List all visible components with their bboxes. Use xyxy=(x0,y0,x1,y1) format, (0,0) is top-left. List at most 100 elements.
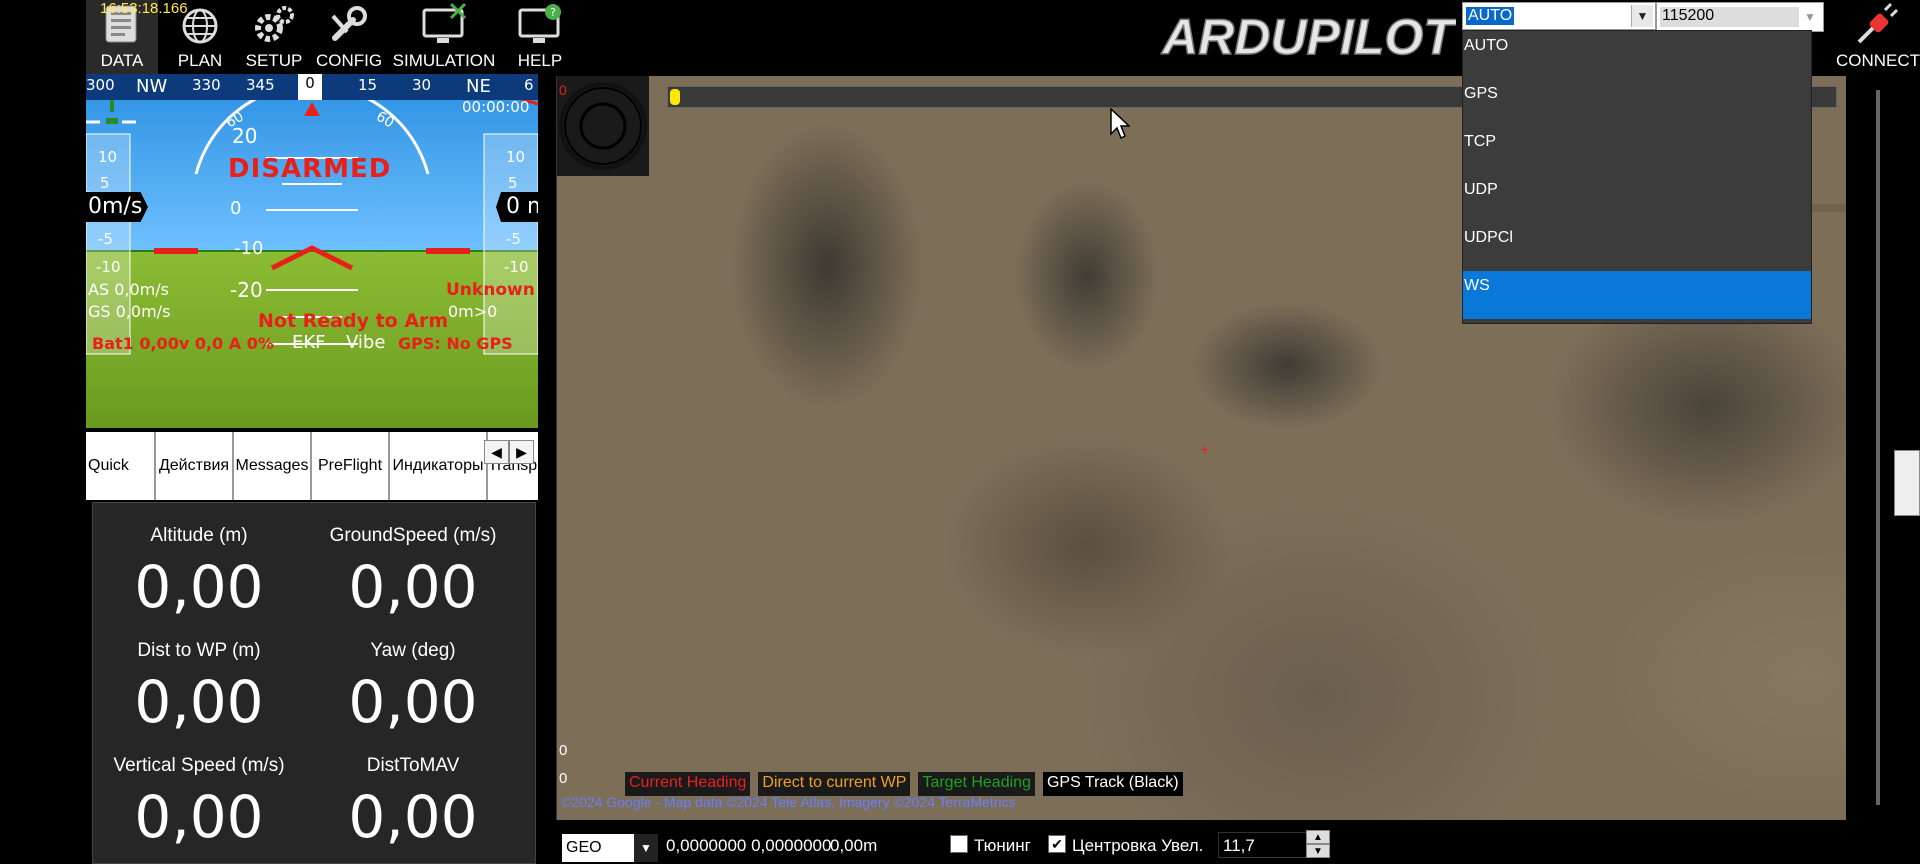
coordinate-system-select[interactable]: GEO ▼ xyxy=(562,834,658,862)
baud-rate-select[interactable]: 115200 ▼ xyxy=(1656,2,1824,32)
cursor-altitude: 0,00m xyxy=(830,836,878,855)
nav-simulation-label: SIMULATION xyxy=(392,51,496,70)
hud-time: 00:00:00 xyxy=(462,98,530,116)
nav-help-button[interactable]: ? HELP xyxy=(502,0,578,75)
alt-scale-label: 5 xyxy=(508,174,518,192)
hud-status: DISARMED xyxy=(228,154,392,184)
hud-display: 60 60 00:00:00 DISARMED 20 0 -10 -20 10 … xyxy=(86,74,538,428)
quick-value-dist-to-wp[interactable]: 0,00 xyxy=(99,668,299,736)
heading-current: 0 xyxy=(298,74,322,100)
gears-icon xyxy=(251,1,297,47)
nav-help-label: HELP xyxy=(517,51,563,70)
dropdown-option-auto[interactable]: AUTO xyxy=(1463,31,1811,79)
arm-message: Not Ready to Arm xyxy=(258,310,449,332)
center-zoom-checkbox[interactable]: ✔ xyxy=(1048,835,1066,853)
heading-tape: 300 NW 330 345 0 15 30 NE 6 xyxy=(86,74,538,100)
baud-rate-value: 115200 xyxy=(1660,7,1800,27)
groundspeed-label: GS 0,0m/s xyxy=(88,302,171,321)
zoom-level-spinner[interactable]: ▲ ▼ xyxy=(1306,830,1330,858)
quick-label-dist-to-wp: Dist to WP (m) xyxy=(137,640,261,661)
dropdown-option-ws[interactable]: WS xyxy=(1463,271,1811,319)
tab-quick[interactable]: Quick xyxy=(86,432,156,500)
pitch-label: -20 xyxy=(230,278,263,302)
connection-type-select[interactable]: AUTO ▼ xyxy=(1462,2,1656,30)
heading-tick: 30 xyxy=(412,76,432,94)
clock-readout: 16:53:18.166 xyxy=(100,0,188,17)
spinner-up-icon[interactable]: ▲ xyxy=(1306,830,1330,844)
connection-type-value: AUTO xyxy=(1466,7,1515,25)
map-top-label: 0 xyxy=(559,82,567,98)
svg-text:?: ? xyxy=(550,6,556,19)
dropdown-option-udp[interactable]: UDP xyxy=(1463,175,1811,223)
speed-scale-label: -5 xyxy=(98,230,113,248)
legend-target-heading: Target Heading xyxy=(918,772,1035,796)
vibe-status[interactable]: Vibe xyxy=(346,332,385,353)
tuning-checkbox[interactable] xyxy=(950,835,968,853)
heading-tick: NW xyxy=(136,76,168,97)
chevron-down-icon[interactable]: ▼ xyxy=(1799,5,1821,29)
pitch-label: 20 xyxy=(232,124,258,148)
quick-label-vertical-speed: Vertical Speed (m/s) xyxy=(113,755,285,776)
map-zoom-slider-thumb[interactable] xyxy=(1894,450,1920,516)
help-monitor-icon: ? xyxy=(517,1,563,47)
quick-panel: Altitude (m) 0,00 GroundSpeed (m/s) 0,00… xyxy=(92,502,536,864)
checkmark-icon: ✔ xyxy=(1051,835,1063,852)
tab-messages[interactable]: Messages xyxy=(234,432,312,500)
map-zoom-slider-track[interactable] xyxy=(1876,90,1880,805)
quick-value-altitude[interactable]: 0,00 xyxy=(99,553,299,621)
tab-bar: Quick Действия Messages PreFlight Индика… xyxy=(86,432,538,500)
map-progress-knob[interactable] xyxy=(670,89,680,105)
quick-value-groundspeed[interactable]: 0,00 xyxy=(313,553,513,621)
dropdown-option-udpcl[interactable]: UDPCl xyxy=(1463,223,1811,271)
altitude-readout: 0 m xyxy=(496,192,538,222)
wrench-icon xyxy=(326,1,372,47)
connect-label: CONNECT xyxy=(1835,51,1920,70)
chevron-down-icon[interactable]: ▼ xyxy=(1631,5,1653,27)
airspeed-label: AS 0,0m/s xyxy=(88,280,169,299)
quick-value-yaw[interactable]: 0,00 xyxy=(313,668,513,736)
zoom-level-input[interactable]: 11,7 xyxy=(1218,832,1314,858)
heading-tick: 345 xyxy=(246,76,275,94)
nav-setup-button[interactable]: SETUP xyxy=(238,0,310,75)
map-legend: Current Heading Direct to current WP Tar… xyxy=(625,772,1183,796)
center-zoom-label: Центровка Увел. xyxy=(1072,836,1204,855)
airspeed-readout: 0m/s xyxy=(86,192,148,222)
alt-scale-label: -10 xyxy=(504,258,529,276)
compass-widget xyxy=(557,76,649,176)
tab-scroll-left-icon[interactable]: ◀ xyxy=(484,440,509,464)
tab-scroll-buttons: ◀ ▶ xyxy=(484,440,534,464)
quick-value-dist-to-mav[interactable]: 0,00 xyxy=(313,783,513,851)
nav-plan-label: PLAN xyxy=(177,51,223,70)
quick-label-groundspeed: GroundSpeed (m/s) xyxy=(329,525,497,546)
tab-scroll-right-icon[interactable]: ▶ xyxy=(509,440,534,464)
dropdown-option-gps[interactable]: GPS xyxy=(1463,79,1811,127)
quick-value-vertical-speed[interactable]: 0,00 xyxy=(99,783,299,851)
flight-mode-label: Unknown xyxy=(446,280,535,300)
tab-actions[interactable]: Действия xyxy=(156,432,234,500)
dropdown-option-tcp[interactable]: TCP xyxy=(1463,127,1811,175)
waypoint-distance: 0m>0 xyxy=(448,302,498,321)
home-marker-icon: + xyxy=(1200,442,1210,459)
heading-tick: 330 xyxy=(192,76,221,94)
tab-indicators[interactable]: Индикаторы xyxy=(390,432,488,500)
spinner-down-icon[interactable]: ▼ xyxy=(1306,844,1330,858)
pitch-label: -10 xyxy=(234,238,264,259)
ekf-status[interactable]: EKF xyxy=(292,332,326,353)
alt-scale-label: 10 xyxy=(506,148,526,166)
legend-direct-to-wp: Direct to current WP xyxy=(758,772,911,796)
tab-preflight[interactable]: PreFlight xyxy=(312,432,390,500)
speed-scale-label: 5 xyxy=(100,174,110,192)
speed-scale-label: -10 xyxy=(96,258,121,276)
cursor-coordinates: 0,0000000 0,0000000 xyxy=(666,836,832,855)
chevron-down-icon[interactable]: ▼ xyxy=(634,834,658,862)
nav-config-label: CONFIG xyxy=(315,51,383,70)
legend-current-heading: Current Heading xyxy=(625,772,751,796)
heading-tick: 6 xyxy=(524,76,534,94)
nav-data-label: DATA xyxy=(100,51,144,70)
nav-simulation-button[interactable]: SIMULATION xyxy=(388,0,500,75)
heading-tick: 300 xyxy=(86,76,115,94)
quick-label-yaw: Yaw (deg) xyxy=(370,640,456,661)
speed-scale-label: 10 xyxy=(98,148,118,166)
connect-button[interactable]: CONNECT xyxy=(1836,0,1920,75)
nav-config-button[interactable]: CONFIG xyxy=(312,0,386,75)
